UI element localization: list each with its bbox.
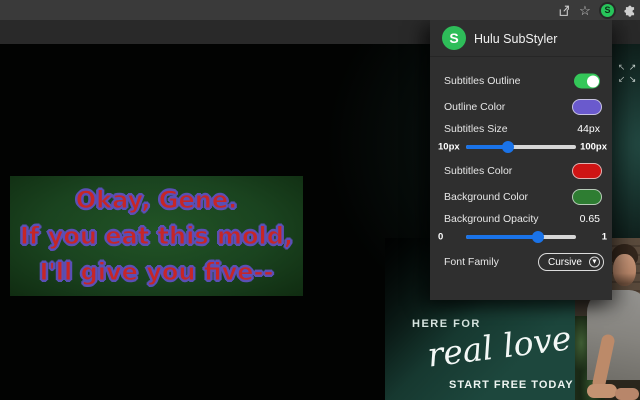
bookmark-star-icon[interactable]: ☆ [577, 2, 593, 18]
row-subtitles-color: Subtitles Color [430, 162, 612, 180]
opacity-min-label: 0 [438, 231, 444, 243]
subtitles-size-value: 44px [577, 123, 600, 135]
font-family-select[interactable]: Cursive ▼ [538, 253, 604, 271]
size-max-label: 100px [580, 141, 607, 153]
row-subtitles-outline: Subtitles Outline [430, 72, 612, 90]
promo-headline: HERE FOR [412, 318, 481, 330]
font-family-label: Font Family [444, 256, 499, 268]
background-opacity-slider-row: 0 1 [430, 228, 612, 246]
outline-color-label: Outline Color [444, 101, 506, 113]
promo-cta-text[interactable]: START FREE TODAY [449, 379, 574, 391]
fullscreen-expand-icon[interactable]: ↖ ↗ ↙ ↘ [616, 61, 638, 85]
row-font-family: Font Family Cursive ▼ [430, 252, 612, 272]
row-outline-color: Outline Color [430, 98, 612, 116]
subtitles-outline-label: Subtitles Outline [444, 75, 521, 87]
row-background-color: Background Color [430, 188, 612, 206]
subtitles-size-slider-row: 10px 100px [430, 138, 612, 156]
extensions-puzzle-icon[interactable] [622, 2, 638, 18]
background-opacity-label: Background Opacity [444, 213, 539, 225]
row-background-opacity: Background Opacity 0.65 [430, 210, 612, 228]
expand-arrow-bl: ↙ [617, 74, 626, 84]
opacity-max-label: 1 [601, 231, 607, 243]
subtitle-box: Okay, Gene. If you eat this mold, I'll g… [10, 176, 303, 296]
substyler-extension-icon[interactable]: S [599, 1, 616, 19]
subtitles-color-label: Subtitles Color [444, 165, 513, 177]
row-subtitles-size: Subtitles Size 44px [430, 120, 612, 138]
background-opacity-value: 0.65 [579, 213, 600, 225]
font-family-selected-value: Cursive [548, 256, 582, 268]
background-opacity-slider[interactable] [466, 231, 576, 243]
substyler-logo-icon: S [442, 26, 466, 50]
subtitles-size-label: Subtitles Size [444, 123, 508, 135]
toggle-knob [586, 75, 599, 87]
subtitle-line-2: If you eat this mold, [19, 222, 294, 251]
size-min-label: 10px [438, 141, 460, 153]
subtitle-line-1: Okay, Gene. [75, 186, 238, 215]
browser-toolbar: ☆ S [0, 0, 640, 20]
background-color-label: Background Color [444, 191, 529, 203]
subtitle-line-3: I'll give you five-- [39, 258, 274, 287]
slider-fill [466, 235, 538, 239]
share-icon[interactable] [555, 2, 571, 18]
slider-thumb[interactable] [531, 231, 544, 243]
popup-title: Hulu SubStyler [474, 31, 558, 46]
subtitles-size-slider[interactable] [466, 141, 576, 153]
background-color-swatch[interactable] [572, 189, 602, 205]
subtitles-outline-toggle[interactable] [574, 73, 600, 89]
outline-color-swatch[interactable] [572, 99, 602, 115]
extension-popup: S Hulu SubStyler Subtitles Outline Outli… [430, 20, 612, 300]
expand-arrow-br: ↘ [628, 74, 637, 84]
toolbar-icons: ☆ S [555, 0, 638, 20]
chevron-down-icon: ▼ [589, 256, 600, 268]
slider-thumb[interactable] [501, 141, 514, 153]
screen: ☆ S ↖ ↗ ↙ ↘ Okay, Gene. If you eat this … [0, 0, 640, 400]
expand-arrow-tl: ↖ [617, 62, 626, 72]
expand-arrow-tr: ↗ [628, 62, 637, 72]
extension-s-badge: S [601, 3, 614, 17]
subtitles-color-swatch[interactable] [572, 163, 602, 179]
popup-header: S Hulu SubStyler [430, 20, 612, 57]
